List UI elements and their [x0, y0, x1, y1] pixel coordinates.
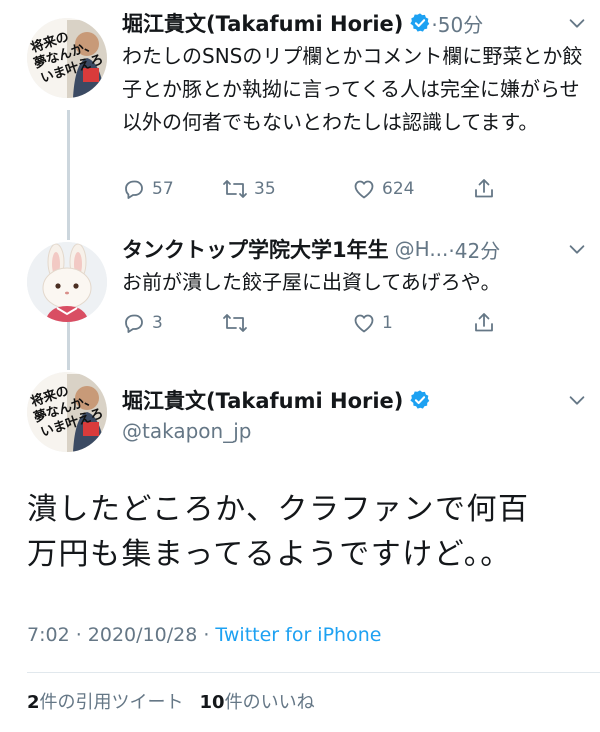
likes-total: 10 — [199, 692, 225, 713]
avatar-horie-2[interactable]: 将来の 夢なんか、 いま叶えろ — [27, 372, 107, 452]
main-tweet-text: 潰したどころか、クラファンで何百 万円も集まってるようですけど。。 — [27, 487, 580, 577]
tweet-time[interactable]: ·50分 — [431, 9, 483, 38]
share-icon — [475, 313, 493, 332]
retweet-icon — [223, 314, 247, 332]
author-handle[interactable]: @takapon_jp — [122, 416, 588, 446]
share-button[interactable] — [472, 311, 496, 335]
verified-badge-icon — [409, 389, 431, 411]
retweet-icon — [223, 180, 247, 198]
tweet-time[interactable]: ·42分 — [448, 235, 500, 264]
reply-button[interactable]: 57 — [122, 177, 222, 201]
main-tweet-text-line-1: 潰したどころか、クラファンで何百 — [27, 492, 530, 527]
like-button[interactable]: 624 — [352, 177, 472, 201]
like-count: 624 — [382, 179, 415, 199]
reply-count: 57 — [152, 179, 174, 199]
thread-line-1 — [67, 110, 70, 240]
tweet-meta: 7:02 · 2020/10/28 · Twitter for iPhone — [27, 624, 381, 646]
reply-icon — [125, 180, 143, 199]
retweet-button[interactable] — [222, 311, 352, 335]
reply-icon — [125, 314, 143, 333]
avatar-rabbit[interactable] — [27, 242, 107, 322]
divider — [27, 672, 600, 673]
heart-icon — [354, 314, 374, 333]
tweet-1-header: 堀江貴文(Takafumi Horie) ·50分 — [122, 6, 588, 40]
author-name[interactable]: 堀江貴文(Takafumi Horie) — [122, 385, 403, 415]
thread-line-2 — [67, 322, 70, 370]
tweet-2-header: タンクトップ学院大学1年生 @H... ·42分 — [122, 232, 588, 266]
chevron-down-icon[interactable] — [560, 12, 588, 34]
chevron-down-icon[interactable] — [560, 389, 588, 411]
author-name[interactable]: タンクトップ学院大学1年生 — [122, 234, 389, 264]
tweet-1-text: わたしのSNSのリプ欄とかコメント欄に野菜とか餃子とか豚とか執拗に言ってくる人は… — [122, 44, 583, 134]
author-handle[interactable]: @H... — [395, 237, 449, 261]
tweet-1-actions: 57 35 624 — [122, 172, 512, 206]
main-tweet-header: 堀江貴文(Takafumi Horie) @takapon_jp — [122, 384, 588, 446]
author-name[interactable]: 堀江貴文(Takafumi Horie) — [122, 8, 403, 38]
reply-count: 3 — [152, 313, 163, 333]
retweet-button[interactable]: 35 — [222, 177, 352, 201]
rabbit-figure-avatar — [27, 242, 107, 322]
like-button[interactable]: 1 — [352, 311, 472, 335]
tweet-source-link[interactable]: Twitter for iPhone — [215, 624, 381, 646]
chevron-down-icon[interactable] — [560, 238, 588, 260]
book-cover-avatar: 将来の 夢なんか、 いま叶えろ — [27, 372, 107, 452]
verified-badge-icon — [409, 12, 431, 34]
tweet-timestamp[interactable]: 7:02 · 2020/10/28 · — [27, 624, 215, 646]
share-button[interactable] — [472, 177, 496, 201]
avatar-horie-1[interactable]: 将来の 夢なんか、 いま叶えろ — [27, 18, 107, 98]
quote-tweets-link[interactable]: 2件の引用ツイート — [27, 692, 184, 713]
tweet-stats: 2件の引用ツイート 10件のいいね — [27, 688, 315, 714]
heart-icon — [354, 180, 374, 199]
quote-label: 件の引用ツイート — [39, 692, 184, 713]
share-icon — [475, 179, 493, 198]
likes-label: 件のいいね — [224, 692, 315, 713]
likes-link[interactable]: 10件のいいね — [200, 692, 315, 713]
book-cover-avatar: 将来の 夢なんか、 いま叶えろ — [27, 18, 107, 98]
like-count: 1 — [382, 313, 393, 333]
retweet-count: 35 — [254, 179, 276, 199]
main-tweet-text-line-2: 万円も集まってるようですけど。。 — [27, 537, 512, 572]
tweet-2-actions: 3 1 — [122, 306, 512, 340]
reply-button[interactable]: 3 — [122, 311, 222, 335]
quote-count: 2 — [27, 692, 40, 713]
tweet-2-text: お前が潰した餃子屋に出資してあげろや。 — [122, 270, 501, 294]
